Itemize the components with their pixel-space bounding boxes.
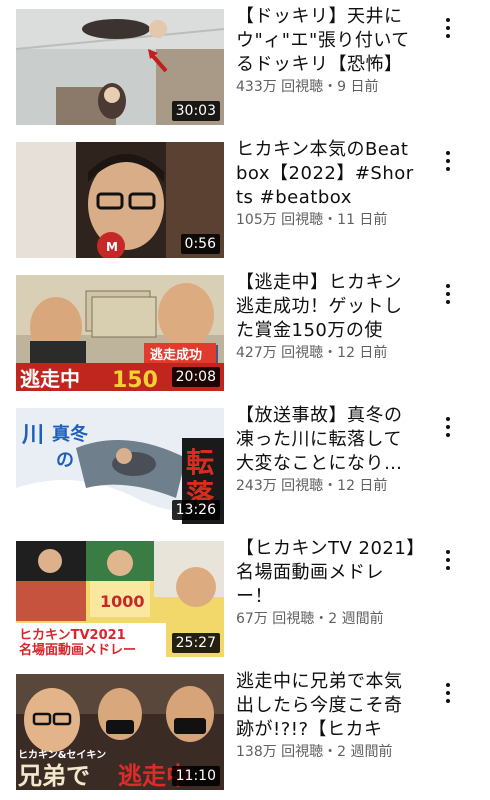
video-duration: 20:08 bbox=[171, 367, 220, 387]
video-thumbnail[interactable]: 30:03 bbox=[16, 9, 224, 125]
more-options-icon[interactable] bbox=[436, 147, 460, 175]
video-duration: 0:56 bbox=[180, 234, 220, 254]
more-options-icon[interactable] bbox=[436, 679, 460, 707]
video-title[interactable]: ヒカキン本気のBeatbox【2022】#Shorts #beatbox bbox=[236, 138, 416, 210]
video-meta: 67万 回視聴・2 週間前 bbox=[236, 611, 384, 627]
svg-text:150: 150 bbox=[112, 368, 158, 391]
video-item[interactable]: 川 真冬 の 転 落 13:26 【放送事故】真冬の凍った川に転落して大変なこと… bbox=[0, 399, 490, 532]
video-thumbnail[interactable]: 逃走成功 逃走中 150 20:08 bbox=[16, 275, 224, 391]
video-thumbnail[interactable]: M 0:56 bbox=[16, 142, 224, 258]
video-thumbnail[interactable]: ヒカキン&セイキン 兄弟で 逃走中 11:10 bbox=[16, 674, 224, 790]
svg-text:逃走成功: 逃走成功 bbox=[150, 347, 202, 363]
video-thumbnail[interactable]: 川 真冬 の 転 落 13:26 bbox=[16, 408, 224, 524]
svg-text:真冬: 真冬 bbox=[52, 423, 88, 445]
svg-text:兄弟で: 兄弟で bbox=[17, 762, 90, 790]
more-options-icon[interactable] bbox=[436, 546, 460, 574]
svg-text:川: 川 bbox=[21, 423, 44, 448]
svg-text:ヒカキンTV2021: ヒカキンTV2021 bbox=[19, 628, 126, 643]
svg-text:転: 転 bbox=[186, 446, 214, 479]
video-title[interactable]: 逃走中に兄弟で本気出したら今度こそ奇跡が!?!?【ヒカキン… bbox=[236, 670, 416, 742]
more-options-icon[interactable] bbox=[436, 280, 460, 308]
video-item[interactable]: ヒカキン&セイキン 兄弟で 逃走中 11:10 逃走中に兄弟で本気出したら今度こ… bbox=[0, 665, 490, 798]
video-thumbnail[interactable]: 1000 ヒカキンTV2021 名場面動画メドレー 25:27 bbox=[16, 541, 224, 657]
video-meta: 138万 回視聴・2 週間前 bbox=[236, 744, 393, 760]
video-list: 30:03 【ドッキリ】天井にウ"ィ"エ"張り付いてるドッキリ【恐怖】 433万… bbox=[0, 0, 490, 800]
video-title[interactable]: 【ドッキリ】天井にウ"ィ"エ"張り付いてるドッキリ【恐怖】 bbox=[236, 5, 416, 77]
video-item[interactable]: 1000 ヒカキンTV2021 名場面動画メドレー 25:27 【ヒカキンTV … bbox=[0, 532, 490, 665]
more-options-icon[interactable] bbox=[436, 14, 460, 42]
video-meta: 105万 回視聴・11 日前 bbox=[236, 212, 388, 228]
video-meta: 433万 回視聴・9 日前 bbox=[236, 79, 379, 95]
svg-text:1000: 1000 bbox=[100, 592, 145, 611]
video-meta: 243万 回視聴・12 日前 bbox=[236, 478, 388, 494]
more-options-icon[interactable] bbox=[436, 413, 460, 441]
svg-text:名場面動画メドレー: 名場面動画メドレー bbox=[19, 642, 136, 657]
video-title[interactable]: 【ヒカキンTV 2021】名場面動画メドレー！ bbox=[236, 537, 416, 609]
video-item[interactable]: 30:03 【ドッキリ】天井にウ"ィ"エ"張り付いてるドッキリ【恐怖】 433万… bbox=[0, 0, 490, 133]
svg-text:の: の bbox=[56, 450, 74, 471]
video-title[interactable]: 【放送事故】真冬の凍った川に転落して大変なことになり… bbox=[236, 404, 416, 476]
svg-text:M: M bbox=[106, 240, 118, 254]
video-duration: 30:03 bbox=[171, 101, 220, 121]
video-duration: 13:26 bbox=[171, 500, 220, 520]
svg-text:ヒカキン&セイキン: ヒカキン&セイキン bbox=[18, 749, 106, 761]
video-item[interactable]: 逃走成功 逃走中 150 20:08 【逃走中】ヒカキン逃走成功！ゲットした賞金… bbox=[0, 266, 490, 399]
video-item[interactable]: M 0:56 ヒカキン本気のBeatbox【2022】#Shorts #beat… bbox=[0, 133, 490, 266]
svg-text:逃走中: 逃走中 bbox=[20, 367, 80, 391]
video-duration: 25:27 bbox=[171, 633, 220, 653]
video-title[interactable]: 【逃走中】ヒカキン逃走成功！ゲットした賞金150万の使い… bbox=[236, 271, 416, 343]
video-duration: 11:10 bbox=[171, 766, 220, 786]
video-meta: 427万 回視聴・12 日前 bbox=[236, 345, 388, 361]
